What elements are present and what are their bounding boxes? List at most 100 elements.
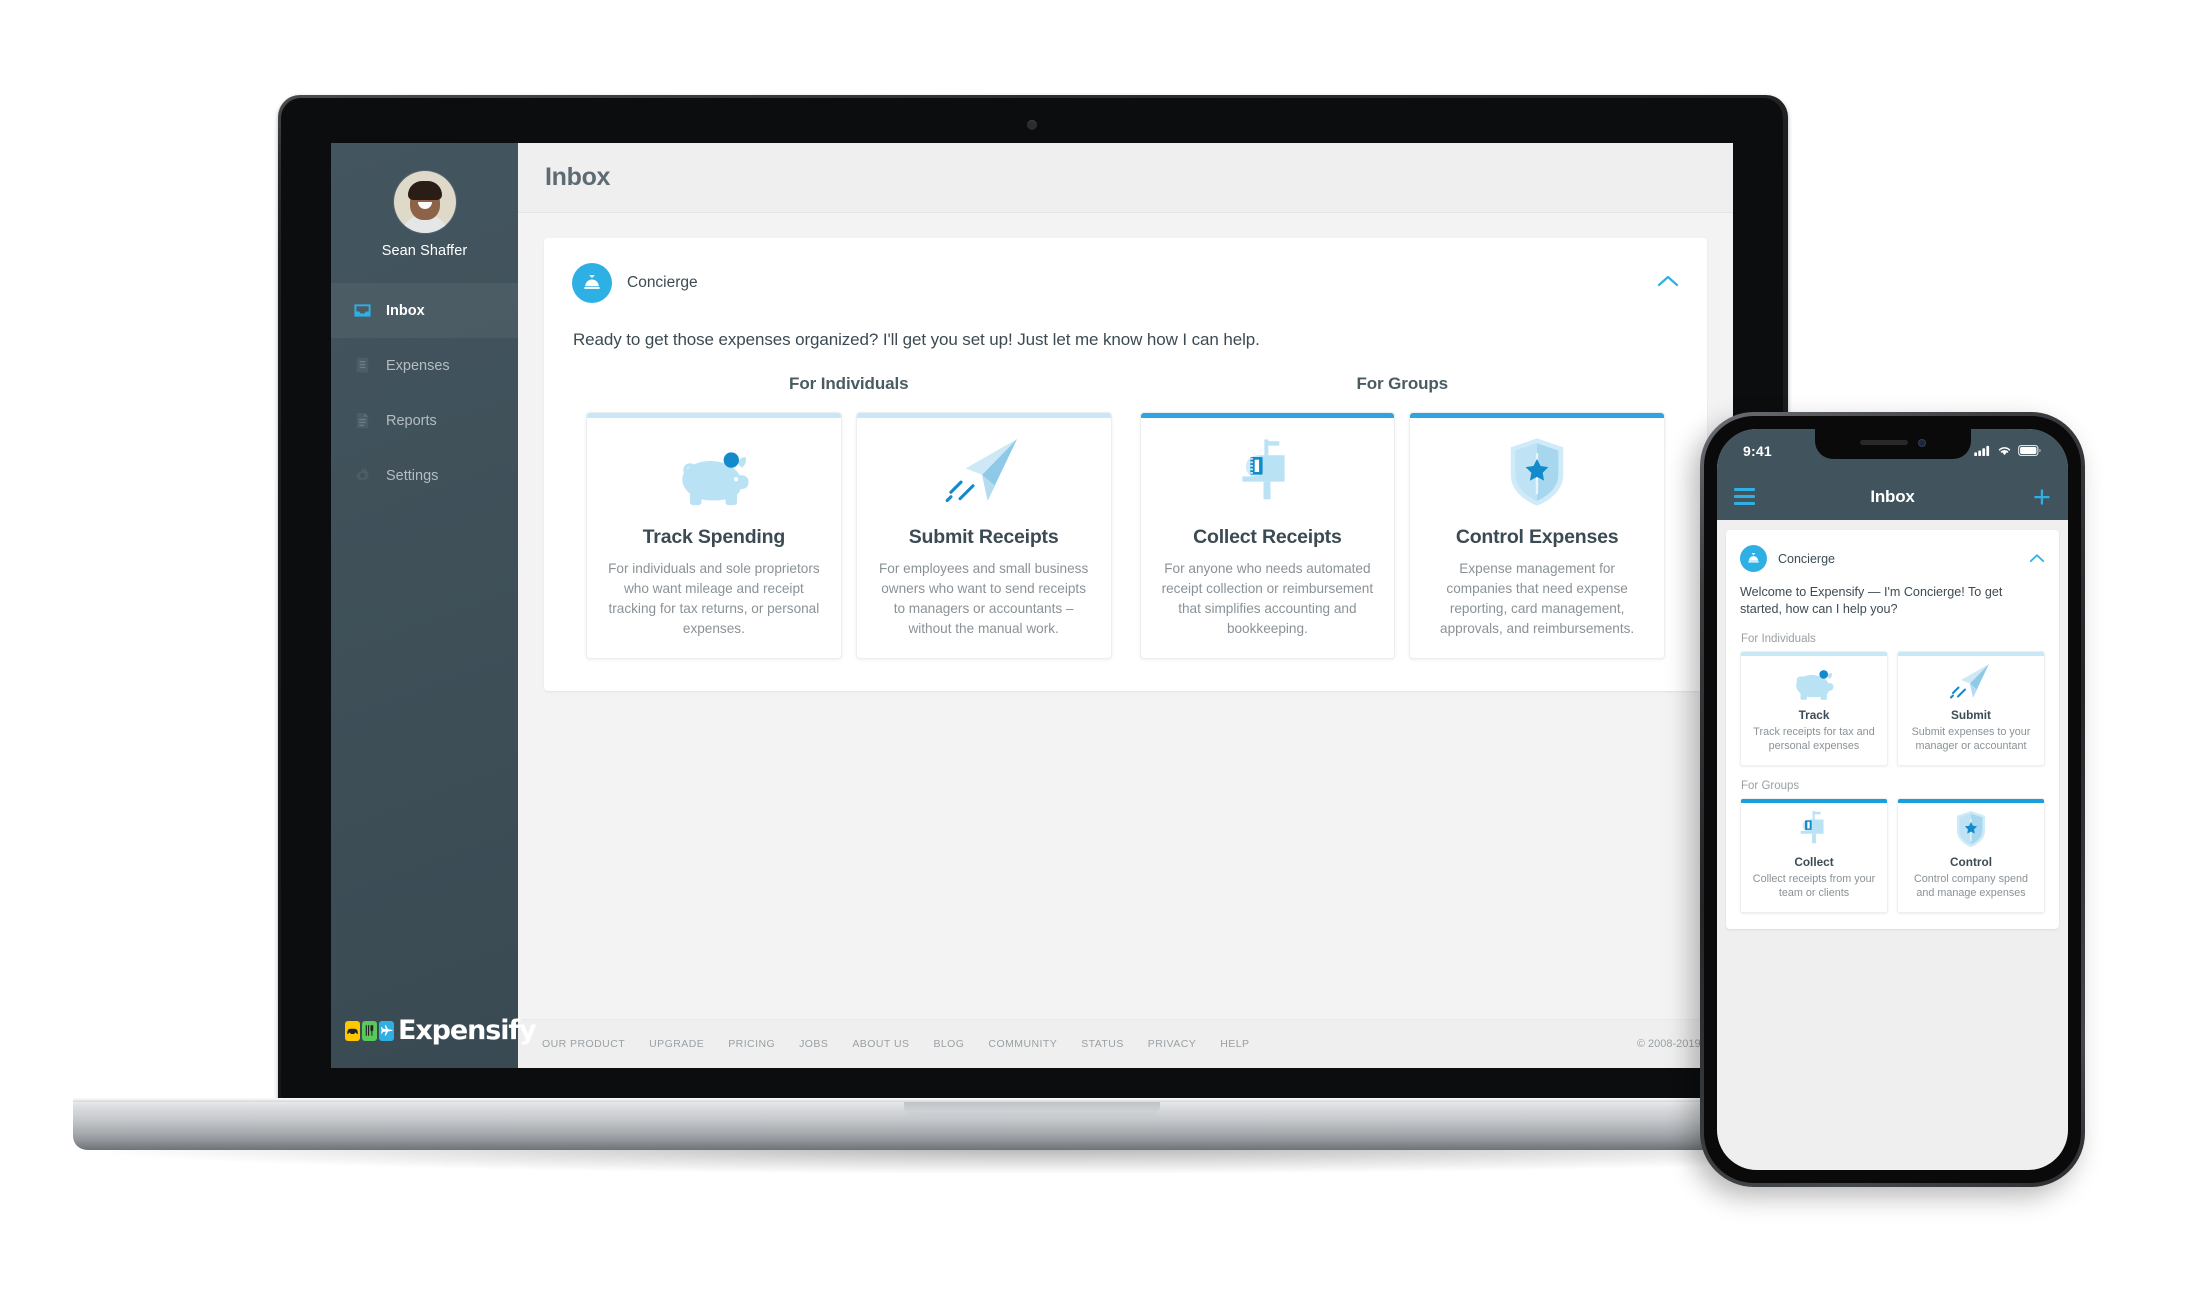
phone-option-card-track[interactable]: Track Track receipts for tax and persona…	[1740, 650, 1888, 766]
sidebar-item-settings[interactable]: Settings	[331, 448, 518, 503]
phone-concierge-header: Concierge	[1740, 545, 2045, 572]
wifi-icon	[1997, 443, 2012, 459]
phone-section-label-groups: For Groups	[1741, 779, 1800, 792]
phone-bezel: 9:41 Inbox + Concierge Welcome to Expens…	[1704, 416, 2081, 1183]
mailbox-icon	[1748, 803, 1880, 855]
phone-section-label-individuals: For Individuals	[1741, 632, 1816, 645]
receipt-icon	[353, 356, 372, 375]
main-area: Inbox Concierge Ready to get those expen…	[518, 143, 1733, 1068]
card-title: Track	[1798, 707, 1830, 722]
card-accent-bar	[1410, 413, 1664, 418]
footer-link-pricing[interactable]: PRICING	[728, 1038, 775, 1050]
concierge-message: Ready to get those expenses organized? I…	[573, 330, 1260, 349]
footer-link-community[interactable]: COMMUNITY	[988, 1038, 1057, 1050]
option-card-track-spending[interactable]: Track Spending For individuals and sole …	[586, 412, 842, 660]
footer: OUR PRODUCT UPGRADE PRICING JOBS ABOUT U…	[518, 1019, 1733, 1068]
card-description: Expense management for companies that ne…	[1440, 561, 1635, 636]
phone-option-card-control[interactable]: Control Control company spend and manage…	[1897, 797, 2045, 913]
phone-concierge-message: Welcome to Expensify — I'm Concierge! To…	[1740, 585, 2003, 617]
status-indicators	[1974, 443, 2042, 459]
phone-device: 9:41 Inbox + Concierge Welcome to Expens…	[1700, 412, 2085, 1187]
paper-plane-icon	[874, 418, 1094, 526]
sidebar-item-inbox[interactable]: Inbox	[331, 283, 518, 338]
screenshot-stage: Sean Shaffer Inbox Expenses Reports Sett…	[0, 0, 2200, 1300]
hamburger-menu-icon[interactable]	[1734, 488, 1755, 505]
card-description: For individuals and sole proprietors who…	[608, 561, 820, 636]
sidebar-item-label: Expenses	[386, 357, 450, 374]
shield-star-icon	[1905, 803, 2037, 855]
phone-option-card-submit[interactable]: Submit Submit expenses to your manager o…	[1897, 650, 2045, 766]
card-accent-bar	[1741, 798, 1887, 803]
laptop-base-notch	[904, 1098, 1160, 1120]
card-description: Control company spend and manage expense…	[1913, 872, 2029, 900]
phone-cards-groups: Collect Collect receipts from your team …	[1740, 797, 2045, 913]
gear-icon	[353, 466, 372, 485]
card-title: Control Expenses	[1455, 526, 1619, 548]
cellular-bars-icon	[1974, 443, 1991, 459]
option-groups: For Individuals Track Spending For indiv…	[572, 374, 1680, 660]
content-area: Concierge Ready to get those expenses or…	[518, 213, 1733, 1019]
avatar[interactable]	[393, 171, 456, 233]
chevron-up-icon[interactable]	[2029, 550, 2045, 568]
card-title: Collect Receipts	[1193, 526, 1342, 548]
group-cards: Collect Receipts For anyone who needs au…	[1126, 412, 1680, 660]
piggy-bank-icon	[604, 418, 824, 526]
laptop-bezel: Sean Shaffer Inbox Expenses Reports Sett…	[281, 98, 1783, 1102]
expensify-logo[interactable]: Expensify	[331, 1015, 537, 1068]
footer-link-our-product[interactable]: OUR PRODUCT	[542, 1038, 625, 1050]
phone-page-title: Inbox	[1870, 486, 1915, 506]
card-accent-bar	[1898, 651, 2044, 656]
group-title: For Groups	[1356, 374, 1449, 393]
card-description: Submit expenses to your manager or accou…	[1911, 725, 2031, 753]
footer-link-help[interactable]: HELP	[1220, 1038, 1249, 1050]
footer-link-upgrade[interactable]: UPGRADE	[649, 1038, 704, 1050]
sidebar-item-label: Inbox	[386, 302, 425, 319]
card-title: Submit Receipts	[908, 526, 1059, 548]
profile-block: Sean Shaffer	[331, 143, 518, 281]
car-icon	[345, 1020, 360, 1041]
option-card-submit-receipts[interactable]: Submit Receipts For employees and small …	[855, 412, 1112, 660]
card-accent-bar	[1140, 413, 1395, 418]
chevron-up-icon[interactable]	[1657, 274, 1679, 293]
laptop-shadow	[108, 1147, 1958, 1173]
front-camera-icon	[1917, 438, 1926, 447]
paper-plane-icon	[1905, 656, 2037, 708]
document-icon	[353, 411, 372, 430]
phone-cards-individuals: Track Track receipts for tax and persona…	[1740, 650, 2045, 766]
card-title: Track Spending	[642, 526, 786, 548]
footer-link-status[interactable]: STATUS	[1081, 1038, 1124, 1050]
plane-icon	[379, 1020, 394, 1041]
page-header: Inbox	[518, 143, 1733, 213]
inbox-icon	[353, 301, 372, 320]
profile-name: Sean Shaffer	[381, 243, 468, 259]
shield-star-icon	[1427, 418, 1647, 526]
card-title: Submit	[1951, 707, 1991, 722]
concierge-panel: Concierge Ready to get those expenses or…	[544, 238, 1707, 692]
sidebar-item-reports[interactable]: Reports	[331, 393, 518, 448]
phone-nav-bar: Inbox +	[1717, 473, 2068, 520]
phone-option-card-collect[interactable]: Collect Collect receipts from your team …	[1740, 797, 1888, 913]
phone-content: Concierge Welcome to Expensify — I'm Con…	[1717, 520, 2068, 929]
card-accent-bar	[1898, 798, 2044, 803]
phone-notch	[1814, 429, 1971, 459]
laptop-screen: Sean Shaffer Inbox Expenses Reports Sett…	[331, 143, 1733, 1068]
sidebar-item-expenses[interactable]: Expenses	[331, 338, 518, 393]
footer-link-about-us[interactable]: ABOUT US	[852, 1038, 909, 1050]
card-description: For anyone who needs automated receipt c…	[1161, 561, 1374, 636]
footer-link-privacy[interactable]: PRIVACY	[1148, 1038, 1196, 1050]
card-accent-bar	[856, 413, 1111, 418]
plus-icon[interactable]: +	[2033, 481, 2051, 512]
phone-concierge-card: Concierge Welcome to Expensify — I'm Con…	[1726, 530, 2059, 929]
footer-link-blog[interactable]: BLOG	[933, 1038, 964, 1050]
card-description: For employees and small business owners …	[878, 561, 1089, 636]
footer-link-jobs[interactable]: JOBS	[799, 1038, 828, 1050]
logo-wordmark: Expensify	[398, 1015, 537, 1046]
option-card-control-expenses[interactable]: Control Expenses Expense management for …	[1409, 412, 1665, 660]
status-time: 9:41	[1743, 443, 1772, 459]
phone-concierge-name: Concierge	[1778, 551, 1835, 566]
card-title: Control	[1950, 854, 1992, 869]
concierge-name: Concierge	[627, 274, 698, 291]
group-title: For Individuals	[789, 374, 909, 393]
option-card-collect-receipts[interactable]: Collect Receipts For anyone who needs au…	[1139, 412, 1396, 660]
concierge-bell-icon	[572, 263, 612, 303]
